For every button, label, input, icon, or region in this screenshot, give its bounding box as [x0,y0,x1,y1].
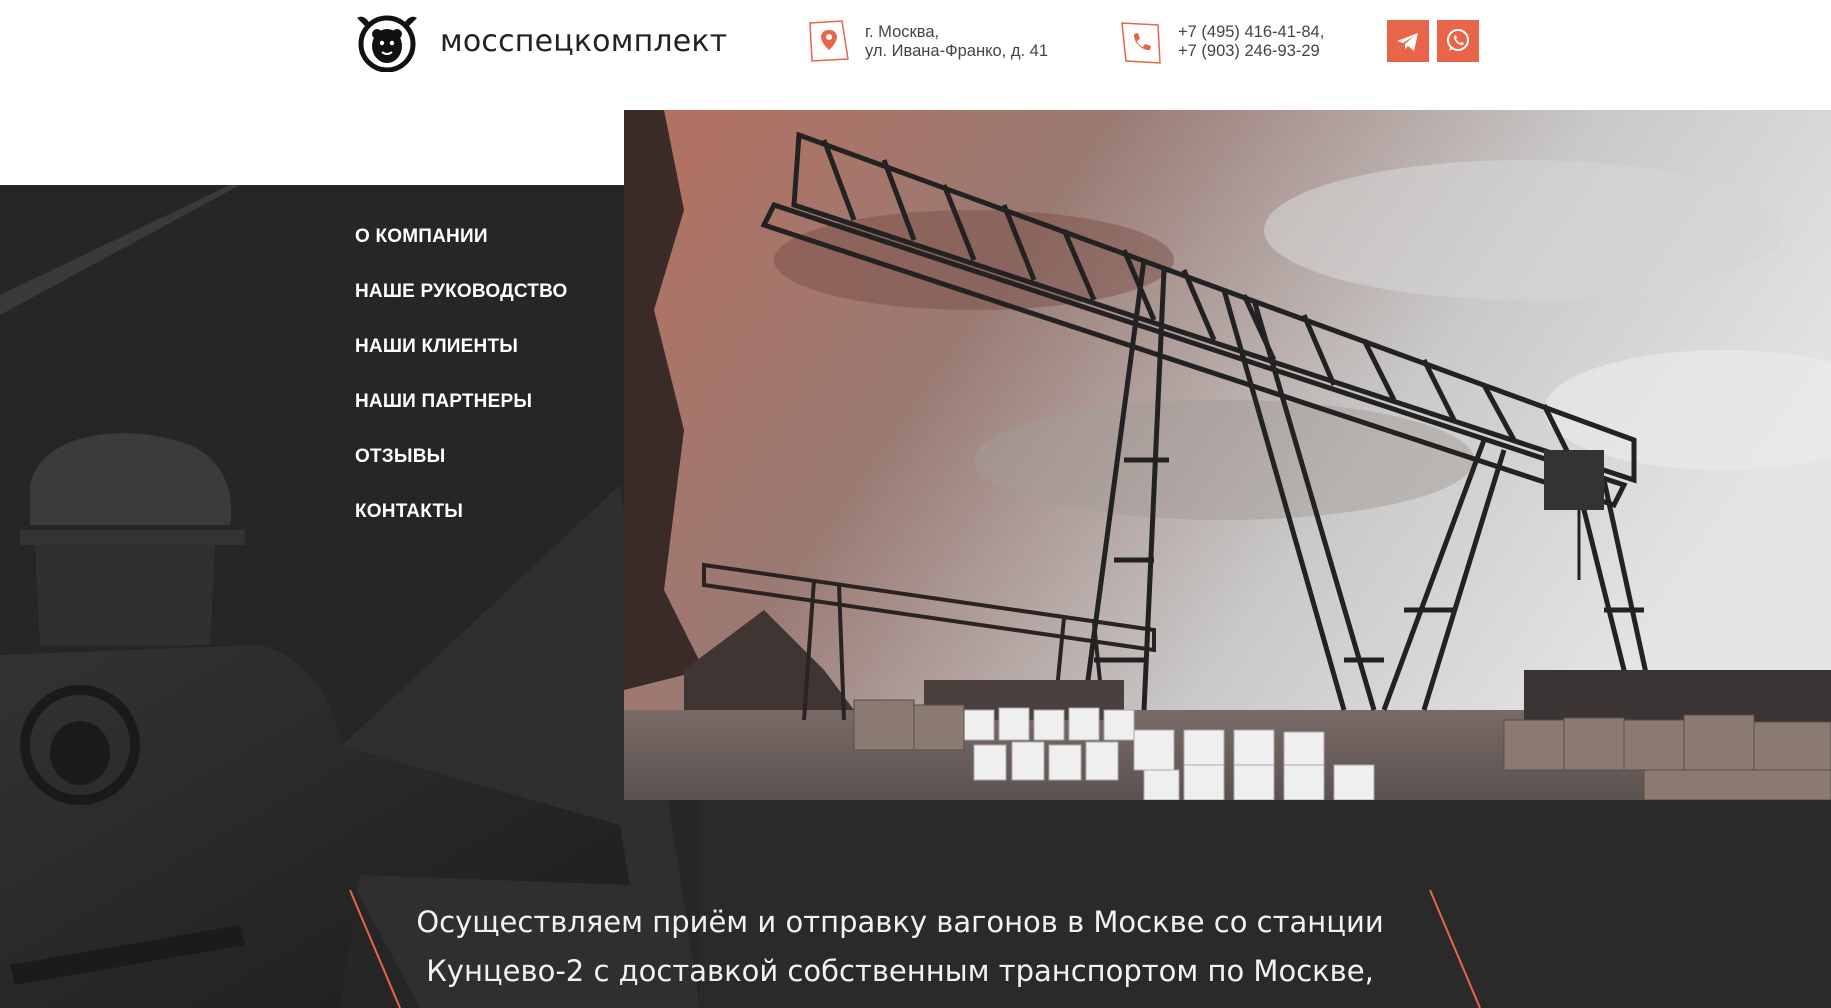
phone-icon [1120,21,1162,65]
decor-line-left [349,889,401,1008]
nav-item-contacts[interactable]: КОНТАКТЫ [355,501,615,556]
phone-1[interactable]: +7 (495) 416-41-84, [1178,23,1324,42]
hero-crane-photo [624,110,1831,800]
mission-line-1: Осуществляем приём и отправку вагонов в … [416,905,1384,939]
phones: +7 (495) 416-41-84, +7 (903) 246-93-29 [1178,23,1324,61]
telegram-button[interactable] [1387,20,1429,62]
nav-item-reviews[interactable]: ОТЗЫВЫ [355,446,615,501]
phone-2[interactable]: +7 (903) 246-93-29 [1178,42,1324,61]
map-pin-icon [808,19,850,63]
main-nav: О КОМПАНИИ НАШЕ РУКОВОДСТВО НАШИ КЛИЕНТЫ… [355,226,615,556]
nav-item-clients[interactable]: НАШИ КЛИЕНТЫ [355,336,615,391]
nav-item-partners[interactable]: НАШИ ПАРТНЕРЫ [355,391,615,446]
nav-item-about[interactable]: О КОМПАНИИ [355,226,615,281]
decor-line-right [1429,889,1481,1008]
site-header: мосспецкомплект г. Москва, ул. Ивана-Фра… [0,0,1831,110]
logo-text[interactable]: мосспецкомплект [440,24,727,59]
telegram-icon [1397,33,1418,51]
mission-line-2: Кунцево-2 с доставкой собственным трансп… [426,954,1374,988]
mission-statement: Осуществляем приём и отправку вагонов в … [400,898,1400,996]
address-line-1: г. Москва, [865,23,940,41]
hero-white-strip [0,110,624,185]
address-line-2: ул. Ивана-Франко, д. 41 [865,42,1048,60]
nav-item-management[interactable]: НАШЕ РУКОВОДСТВО [355,281,615,336]
bear-logo-icon[interactable] [355,12,419,72]
whatsapp-button[interactable] [1437,20,1479,62]
whatsapp-icon [1447,29,1469,51]
address: г. Москва, ул. Ивана-Франко, д. 41 [865,23,1048,61]
